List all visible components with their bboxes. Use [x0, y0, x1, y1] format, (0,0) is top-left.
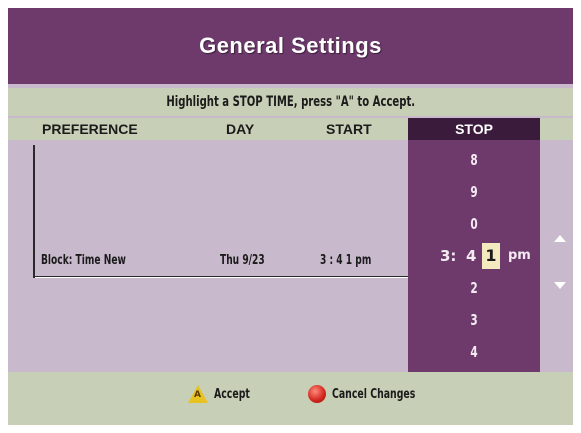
- column-header-day: DAY: [226, 121, 255, 137]
- footer-bar: A Accept Cancel Changes: [8, 372, 573, 425]
- stop-tens: 4: [466, 247, 477, 265]
- table-row[interactable]: Block: Time New Thu 9/23 3 : 4 1 pm: [33, 145, 410, 278]
- cancel-changes-label: Cancel Changes: [332, 386, 416, 402]
- header-bar: General Settings: [8, 8, 573, 84]
- stop-option[interactable]: 2: [428, 274, 520, 302]
- column-header-stop: STOP: [408, 118, 540, 140]
- red-button-icon: [308, 385, 326, 403]
- stop-selected-digit[interactable]: 1: [482, 243, 500, 269]
- a-button-icon: A: [188, 385, 208, 403]
- stop-selected-row[interactable]: 3: 4 1 pm: [408, 242, 540, 270]
- row-start: 3 : 4 1 pm: [320, 253, 372, 268]
- page-title: General Settings: [199, 33, 382, 58]
- stop-option[interactable]: 0: [428, 210, 520, 238]
- tv-screen: General Settings Highlight a STOP TIME, …: [0, 0, 581, 433]
- stop-option[interactable]: 9: [428, 178, 520, 206]
- stop-option[interactable]: 4: [428, 338, 520, 366]
- scroll-down-arrow-icon[interactable]: [554, 282, 566, 289]
- a-button-icon-letter: A: [194, 390, 201, 400]
- settings-list: Block: Time New Thu 9/23 3 : 4 1 pm 8 9 …: [8, 140, 573, 372]
- stop-time-picker[interactable]: 8 9 0 3: 4 1 pm 2 3 4: [408, 140, 540, 372]
- stop-hour: 3:: [440, 247, 457, 265]
- stop-meridiem: pm: [508, 248, 531, 263]
- column-header-start: START: [326, 121, 372, 137]
- cancel-changes-button[interactable]: Cancel Changes: [308, 382, 448, 406]
- instruction-bar: Highlight a STOP TIME, press "A" to Acce…: [8, 88, 573, 116]
- stop-option[interactable]: 8: [428, 146, 520, 174]
- accept-button[interactable]: A Accept: [188, 382, 264, 406]
- settings-frame: General Settings Highlight a STOP TIME, …: [8, 8, 573, 425]
- column-header-bar: PREFERENCE DAY START STOP: [8, 118, 573, 140]
- scroll-up-arrow-icon[interactable]: [554, 235, 566, 242]
- row-day: Thu 9/23: [220, 253, 265, 268]
- accept-label: Accept: [214, 386, 250, 402]
- instruction-text: Highlight a STOP TIME, press "A" to Acce…: [166, 94, 415, 110]
- row-preference: Block: Time New: [41, 253, 126, 268]
- stop-option[interactable]: 3: [428, 306, 520, 334]
- column-header-preference: PREFERENCE: [42, 121, 138, 137]
